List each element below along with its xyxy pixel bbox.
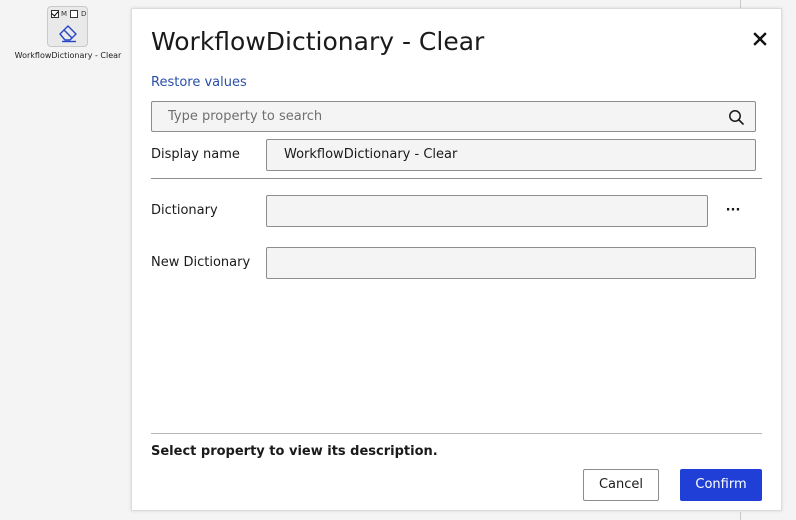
node-checkbox-unchecked[interactable] [70,10,78,18]
dictionary-label: Dictionary [151,203,218,218]
canvas-connector-line [740,512,741,520]
property-search [151,101,756,132]
display-name-field[interactable]: WorkflowDictionary - Clear [266,139,756,171]
new-dictionary-field[interactable] [266,247,756,279]
search-icon[interactable] [728,109,744,125]
close-button[interactable] [751,30,769,48]
description-divider [151,433,762,434]
dictionary-field[interactable] [266,195,708,227]
node-flag-d: D [81,10,87,18]
confirm-button[interactable]: Confirm [680,469,762,501]
restore-values-link[interactable]: Restore values [151,75,247,90]
section-divider [151,178,762,179]
property-description: Select property to view its description. [151,444,438,459]
dialog-title: WorkflowDictionary - Clear [151,27,485,56]
activity-node-label: WorkflowDictionary - Clear [14,51,122,60]
new-dictionary-label: New Dictionary [151,255,251,270]
properties-dialog: WorkflowDictionary - Clear Restore value… [131,8,782,511]
activity-node[interactable]: M D [47,6,88,47]
canvas-connector-line [740,0,741,8]
dictionary-ellipsis-button[interactable]: ··· [722,204,744,221]
search-input[interactable] [152,102,722,131]
node-flag-m: M [61,10,68,18]
display-name-label: Display name [151,147,240,162]
eraser-icon [59,25,77,43]
node-checkbox-checked[interactable] [51,10,59,18]
cancel-button[interactable]: Cancel [583,469,659,501]
close-icon [753,32,767,46]
